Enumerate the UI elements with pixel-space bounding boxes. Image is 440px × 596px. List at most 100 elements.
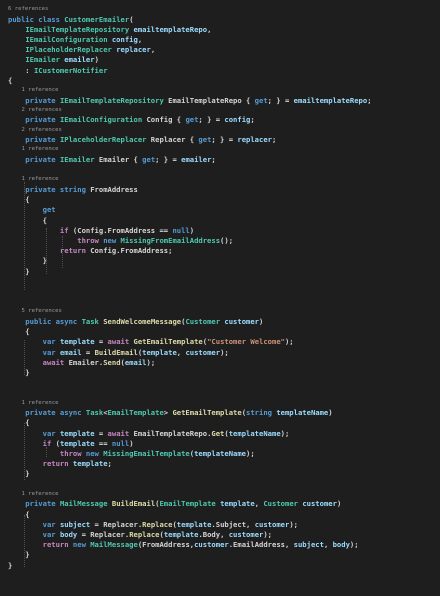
code-token: new: [72, 540, 91, 550]
code-token: =: [81, 347, 95, 357]
codelens-references[interactable]: 1 reference: [0, 175, 440, 183]
code-token: get: [8, 205, 56, 215]
code-line[interactable]: }: [0, 256, 440, 266]
code-token: var: [8, 337, 60, 347]
code-token: emailer: [181, 155, 212, 164]
code-line[interactable]: private MailMessage BuildEmail(EmailTemp…: [0, 499, 440, 509]
code-line[interactable]: private async Task<EmailTemplate> GetEma…: [0, 408, 440, 418]
code-token: Get: [211, 428, 225, 438]
code-line[interactable]: return template;: [0, 459, 440, 469]
code-line[interactable]: private IEmailTemplateRepository EmailTe…: [0, 96, 440, 106]
code-line[interactable]: var template = await GetEmailTemplate("C…: [0, 337, 440, 347]
code-line[interactable]: }: [0, 469, 440, 479]
code-line[interactable]: return new MailMessage(FromAddress,custo…: [0, 540, 440, 550]
code-token: :: [8, 65, 34, 75]
code-line[interactable]: {: [0, 216, 440, 226]
code-line[interactable]: {: [0, 418, 440, 428]
code-line[interactable]: IEmailTemplateRepository emailtemplateRe…: [0, 25, 440, 35]
codelens-references[interactable]: 2 references: [0, 106, 440, 114]
code-token: (Config.FromAddress ==: [72, 225, 173, 235]
code-token: templateName: [276, 408, 329, 418]
code-line[interactable]: if (Config.FromAddress == null): [0, 226, 440, 236]
code-token: new: [85, 449, 104, 458]
code-token: ;: [107, 459, 112, 469]
code-token: Send: [103, 357, 121, 367]
code-token: replacer: [116, 45, 151, 55]
code-line[interactable]: var template = await EmailTemplateRepo.G…: [0, 429, 440, 439]
code-token: {: [8, 327, 30, 337]
code-token: IPlaceholderReplacer: [25, 45, 112, 55]
code-line[interactable]: {: [0, 510, 440, 520]
codelens-references[interactable]: 2 references: [0, 126, 440, 134]
code-token: );: [280, 428, 290, 438]
code-token: Replacer {: [146, 135, 199, 145]
code-line[interactable]: {: [0, 195, 440, 205]
codelens-references[interactable]: 1 reference: [0, 399, 440, 407]
code-token: Customer: [263, 499, 298, 509]
code-token: if: [8, 438, 56, 448]
code-token: template: [59, 337, 95, 347]
code-token: private: [8, 499, 60, 509]
code-token: subject: [293, 540, 324, 550]
code-token: ;: [250, 115, 255, 125]
code-line[interactable]: }: [0, 561, 440, 571]
codelens-references[interactable]: 6 references: [0, 5, 440, 13]
code-line[interactable]: }: [0, 267, 440, 277]
code-line[interactable]: private IEmailer Emailer { get; } = emai…: [0, 155, 440, 165]
code-token: email: [59, 347, 82, 357]
code-token: {: [8, 509, 30, 519]
code-token: BuildEmail: [111, 499, 156, 509]
code-line[interactable]: var email = BuildEmail(template, custome…: [0, 348, 440, 358]
code-token: }: [8, 368, 30, 377]
code-token: ;: [272, 135, 277, 145]
code-line[interactable]: public async Task SendWelcomeMessage(Cus…: [0, 317, 440, 327]
code-line[interactable]: private string FromAddress: [0, 185, 440, 195]
code-line[interactable]: public class CustomerEmailer(: [0, 15, 440, 25]
code-line[interactable]: {: [0, 327, 440, 337]
code-line[interactable]: IEmailConfiguration config,: [0, 35, 440, 45]
code-token: ): [259, 317, 264, 326]
code-line[interactable]: if (template == null): [0, 439, 440, 449]
code-token: private: [8, 115, 60, 125]
code-token: {: [8, 215, 47, 225]
code-line[interactable]: private IEmailConfiguration Config { get…: [0, 115, 440, 125]
code-token: {: [8, 75, 13, 85]
code-line[interactable]: : ICustomerNotifier: [0, 66, 440, 76]
code-line[interactable]: await Emailer.Send(email);: [0, 358, 440, 368]
code-token: IEmailTemplateRepository: [59, 95, 164, 105]
code-token: CustomerEmailer: [64, 14, 130, 24]
code-token: =: [94, 337, 108, 347]
code-token: }: [8, 560, 13, 570]
code-token: emailer: [64, 55, 95, 65]
code-line[interactable]: IEmailer emailer): [0, 55, 440, 65]
code-line[interactable]: throw new MissingEmailTemplate(templateN…: [0, 449, 440, 459]
code-token: private string: [8, 185, 91, 194]
code-token: config: [224, 115, 251, 125]
code-line[interactable]: throw new MissingFromEmailAddress();: [0, 236, 440, 246]
code-token: get: [142, 155, 156, 164]
code-token: customer: [302, 499, 337, 509]
code-token: MailMessage: [59, 499, 108, 509]
code-token: (FromAddress,: [137, 540, 195, 550]
code-editor[interactable]: 6 references public class CustomerEmailer…: [0, 0, 440, 596]
codelens-references[interactable]: 5 references: [0, 307, 440, 315]
code-line[interactable]: }: [0, 368, 440, 378]
code-token: MailMessage: [90, 540, 138, 550]
code-line[interactable]: IPlaceholderReplacer replacer,: [0, 45, 440, 55]
codelens-references[interactable]: 1 reference: [0, 145, 440, 153]
codelens-references[interactable]: 1 reference: [0, 490, 440, 498]
code-token: );: [220, 347, 229, 357]
code-token: config: [111, 35, 138, 44]
codelens-references[interactable]: 1 reference: [0, 86, 440, 94]
code-token: body: [59, 530, 78, 539]
code-line[interactable]: var subject = Replacer.Replace(template.…: [0, 520, 440, 530]
code-line[interactable]: var body = Replacer.Replace(template.Bod…: [0, 530, 440, 540]
code-token: IPlaceholderReplacer: [59, 135, 147, 145]
code-token: ): [336, 499, 342, 509]
code-line[interactable]: return Config.FromAddress;: [0, 246, 440, 256]
code-token: templateName: [194, 449, 247, 458]
code-line[interactable]: private IPlaceholderReplacer Replacer { …: [0, 135, 440, 145]
code-line[interactable]: }: [0, 550, 440, 560]
code-line[interactable]: get: [0, 205, 440, 215]
code-line[interactable]: {: [0, 76, 440, 86]
